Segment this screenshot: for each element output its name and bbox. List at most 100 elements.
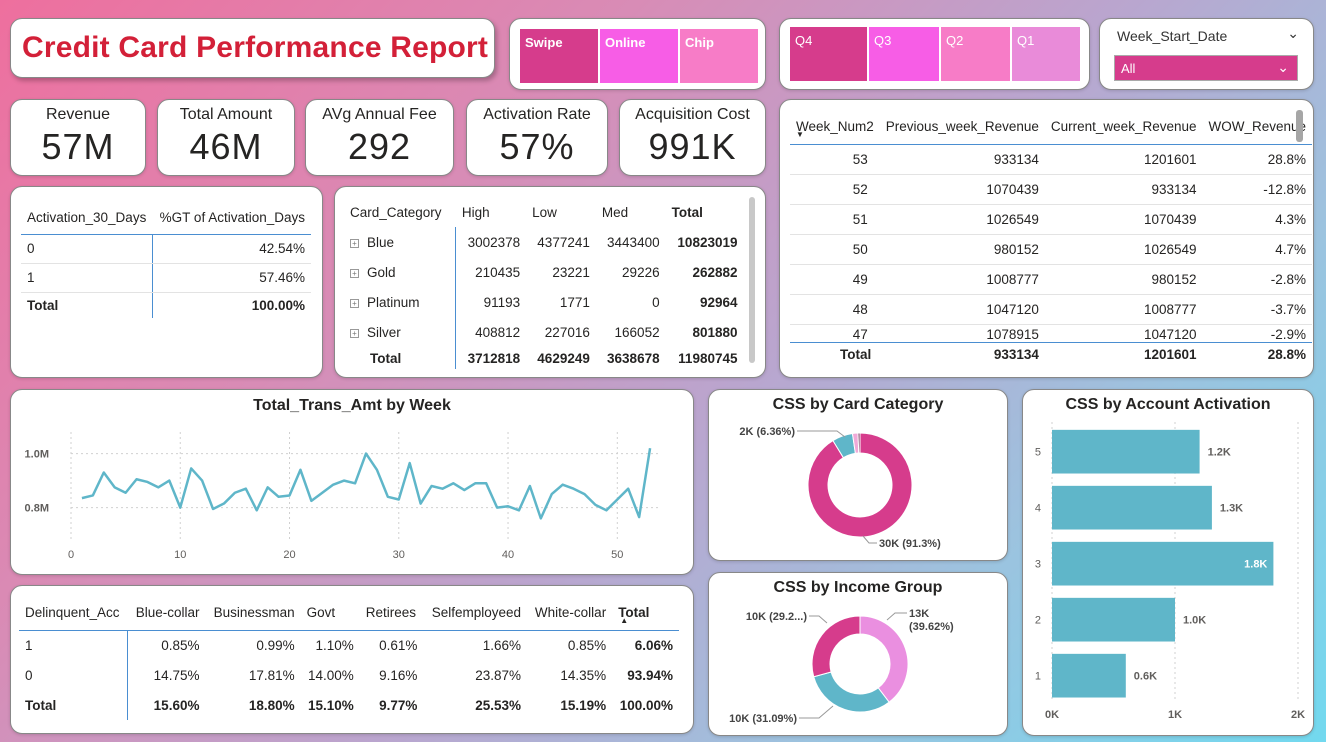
table-cell: -2.8% xyxy=(1202,264,1313,295)
css-by-account-activation-chart: CSS by Account Activation 0K 1K 2K 5 1.2K 4 1.… xyxy=(1022,389,1314,736)
column-header[interactable]: Retirees xyxy=(359,596,424,631)
kpi-value: 57% xyxy=(499,126,575,167)
column-header[interactable]: Week_Num2 ▼ xyxy=(790,110,880,145)
leader-line xyxy=(886,612,907,621)
table-cell: 15.19% xyxy=(560,697,607,713)
table-cell: Total xyxy=(21,292,154,318)
bar xyxy=(1052,653,1126,698)
expand-icon[interactable]: + xyxy=(350,328,359,338)
column-header[interactable]: %GT of Activation_Days xyxy=(152,202,311,235)
x-tick-label: 50 xyxy=(611,549,623,561)
column-header[interactable]: Blue-collar xyxy=(127,596,206,631)
table-cell: 15.10% xyxy=(307,697,354,713)
table-cell: 1070439 xyxy=(1044,204,1203,235)
table-cell: 1201601 xyxy=(1044,144,1203,175)
slicer-tile-chip[interactable]: Chip xyxy=(680,29,758,83)
table-cell: 9.16% xyxy=(379,667,418,683)
table-cell: 93.94% xyxy=(627,667,673,683)
table-cell: 100.00% xyxy=(251,297,305,313)
kpi-activation-rate: Activation Rate 57% xyxy=(466,99,608,176)
slicer-tile-q4[interactable]: Q4 xyxy=(790,27,867,81)
column-header[interactable]: Activation_30_Days xyxy=(21,202,153,235)
column-header[interactable]: Current_week_Revenue xyxy=(1044,110,1203,145)
kpi-value: 292 xyxy=(347,126,412,167)
x-tick-label: 0K xyxy=(1045,709,1059,721)
kpi-value: 46M xyxy=(189,126,263,167)
table-cell: 47 xyxy=(852,326,868,342)
week-start-date-label: Week_Start_Date xyxy=(1117,28,1228,44)
activation-table: Activation_30_Days %GT of Activation_Day… xyxy=(10,186,323,378)
table-cell: 51 xyxy=(790,204,880,235)
table-cell: Total xyxy=(840,346,872,362)
row-header[interactable]: + Platinum xyxy=(344,287,457,317)
table-cell: 15.60% xyxy=(153,697,200,713)
column-header[interactable]: Total ▲ xyxy=(612,596,679,631)
table-cell: 11980745 xyxy=(678,350,738,366)
table-cell: 42.54% xyxy=(152,234,311,264)
column-header[interactable]: High xyxy=(456,197,526,227)
slicer-tile-swipe[interactable]: Swipe xyxy=(520,29,598,83)
slicer-tile-q3[interactable]: Q3 xyxy=(869,27,939,81)
row-header[interactable]: + Blue xyxy=(344,227,457,257)
column-header[interactable]: Selfemployeed xyxy=(423,596,528,631)
slicer-tile-q1[interactable]: Q1 xyxy=(1012,27,1080,81)
chevron-down-icon[interactable]: ⌄ xyxy=(1287,25,1299,42)
table-cell: 0.85% xyxy=(161,637,200,653)
table-cell: 980152 xyxy=(879,234,1045,265)
table-cell: 0.61% xyxy=(379,637,418,653)
bar xyxy=(1052,597,1175,642)
table-cell: 0.99% xyxy=(256,637,295,653)
column-header[interactable]: Total xyxy=(666,197,744,227)
donut-chart-plot: 13K (39.62%) 10K (29.2...) 10K (31.09%) xyxy=(729,608,954,725)
table-row: + Platinum 91193 1771 0 92964 xyxy=(344,287,744,317)
kpi-label: Acquisition Cost xyxy=(635,106,750,123)
row-header[interactable]: + Silver xyxy=(344,317,457,347)
table-row: 53 933134 1201601 28.8% xyxy=(790,144,1313,175)
expand-icon[interactable]: + xyxy=(350,268,359,278)
table-cell: 262882 xyxy=(692,264,738,280)
table-cell: 3002378 xyxy=(467,234,521,250)
kpi-avg-annual-fee: AVg Annual Fee 292 xyxy=(305,99,454,176)
table-row: 0 42.54% xyxy=(21,234,311,264)
table-cell: 3712818 xyxy=(467,350,521,366)
vertical-scrollbar[interactable] xyxy=(749,197,755,363)
leader-line xyxy=(797,430,846,438)
y-tick-label: 3 xyxy=(1035,559,1041,571)
column-header[interactable]: Delinquent_Acc xyxy=(19,596,128,631)
table-cell: 1201601 xyxy=(1143,346,1197,362)
table-cell: 10823019 xyxy=(677,234,738,250)
report-title: Credit Card Performance Report xyxy=(22,31,489,64)
y-tick-label: 1 xyxy=(1035,671,1041,683)
table-cell: 1.10% xyxy=(315,637,354,653)
column-header[interactable]: Med xyxy=(596,197,666,227)
table-row: + Blue 3002378 4377241 3443400 10823019 xyxy=(344,227,744,257)
column-header[interactable]: White-collar xyxy=(527,596,613,631)
row-header[interactable]: + Gold xyxy=(344,257,457,287)
table-cell: 50 xyxy=(790,234,880,265)
expand-icon[interactable]: + xyxy=(350,298,359,308)
column-header[interactable]: Previous_week_Revenue xyxy=(879,110,1045,145)
column-header[interactable]: Card_Category xyxy=(344,197,456,227)
table-cell: -3.7% xyxy=(1202,294,1313,325)
table-row: 1 57.46% xyxy=(21,263,311,293)
slicer-tile-online[interactable]: Online xyxy=(600,29,678,83)
donut-slice-med xyxy=(811,615,861,678)
column-header[interactable]: Businessman xyxy=(205,596,301,631)
y-tick-label: 0.8M xyxy=(25,503,49,515)
data-label: 10K (31.09%) xyxy=(729,713,797,725)
table-cell: 933134 xyxy=(879,144,1045,175)
kpi-label: Activation Rate xyxy=(483,106,591,123)
table-row: 52 1070439 933134 -12.8% xyxy=(790,174,1313,205)
slicer-tile-q2[interactable]: Q2 xyxy=(941,27,1010,81)
table-cell: -2.9% xyxy=(1270,326,1307,342)
table-cell: 1771 xyxy=(559,294,590,310)
vertical-scrollbar[interactable] xyxy=(1296,110,1303,142)
table-row: 0 14.75% 17.81% 14.00% 9.16% 23.87% 14.3… xyxy=(19,660,679,690)
expand-icon[interactable]: + xyxy=(350,238,359,248)
data-label: 2K (6.36%) xyxy=(739,426,795,438)
week-start-date-dropdown[interactable]: All ⌄ xyxy=(1114,55,1298,81)
table-cell: 29226 xyxy=(622,264,660,280)
column-header[interactable]: Govt xyxy=(300,596,360,631)
column-header[interactable]: Low xyxy=(526,197,596,227)
data-label: 10K (29.2...) xyxy=(746,611,807,623)
